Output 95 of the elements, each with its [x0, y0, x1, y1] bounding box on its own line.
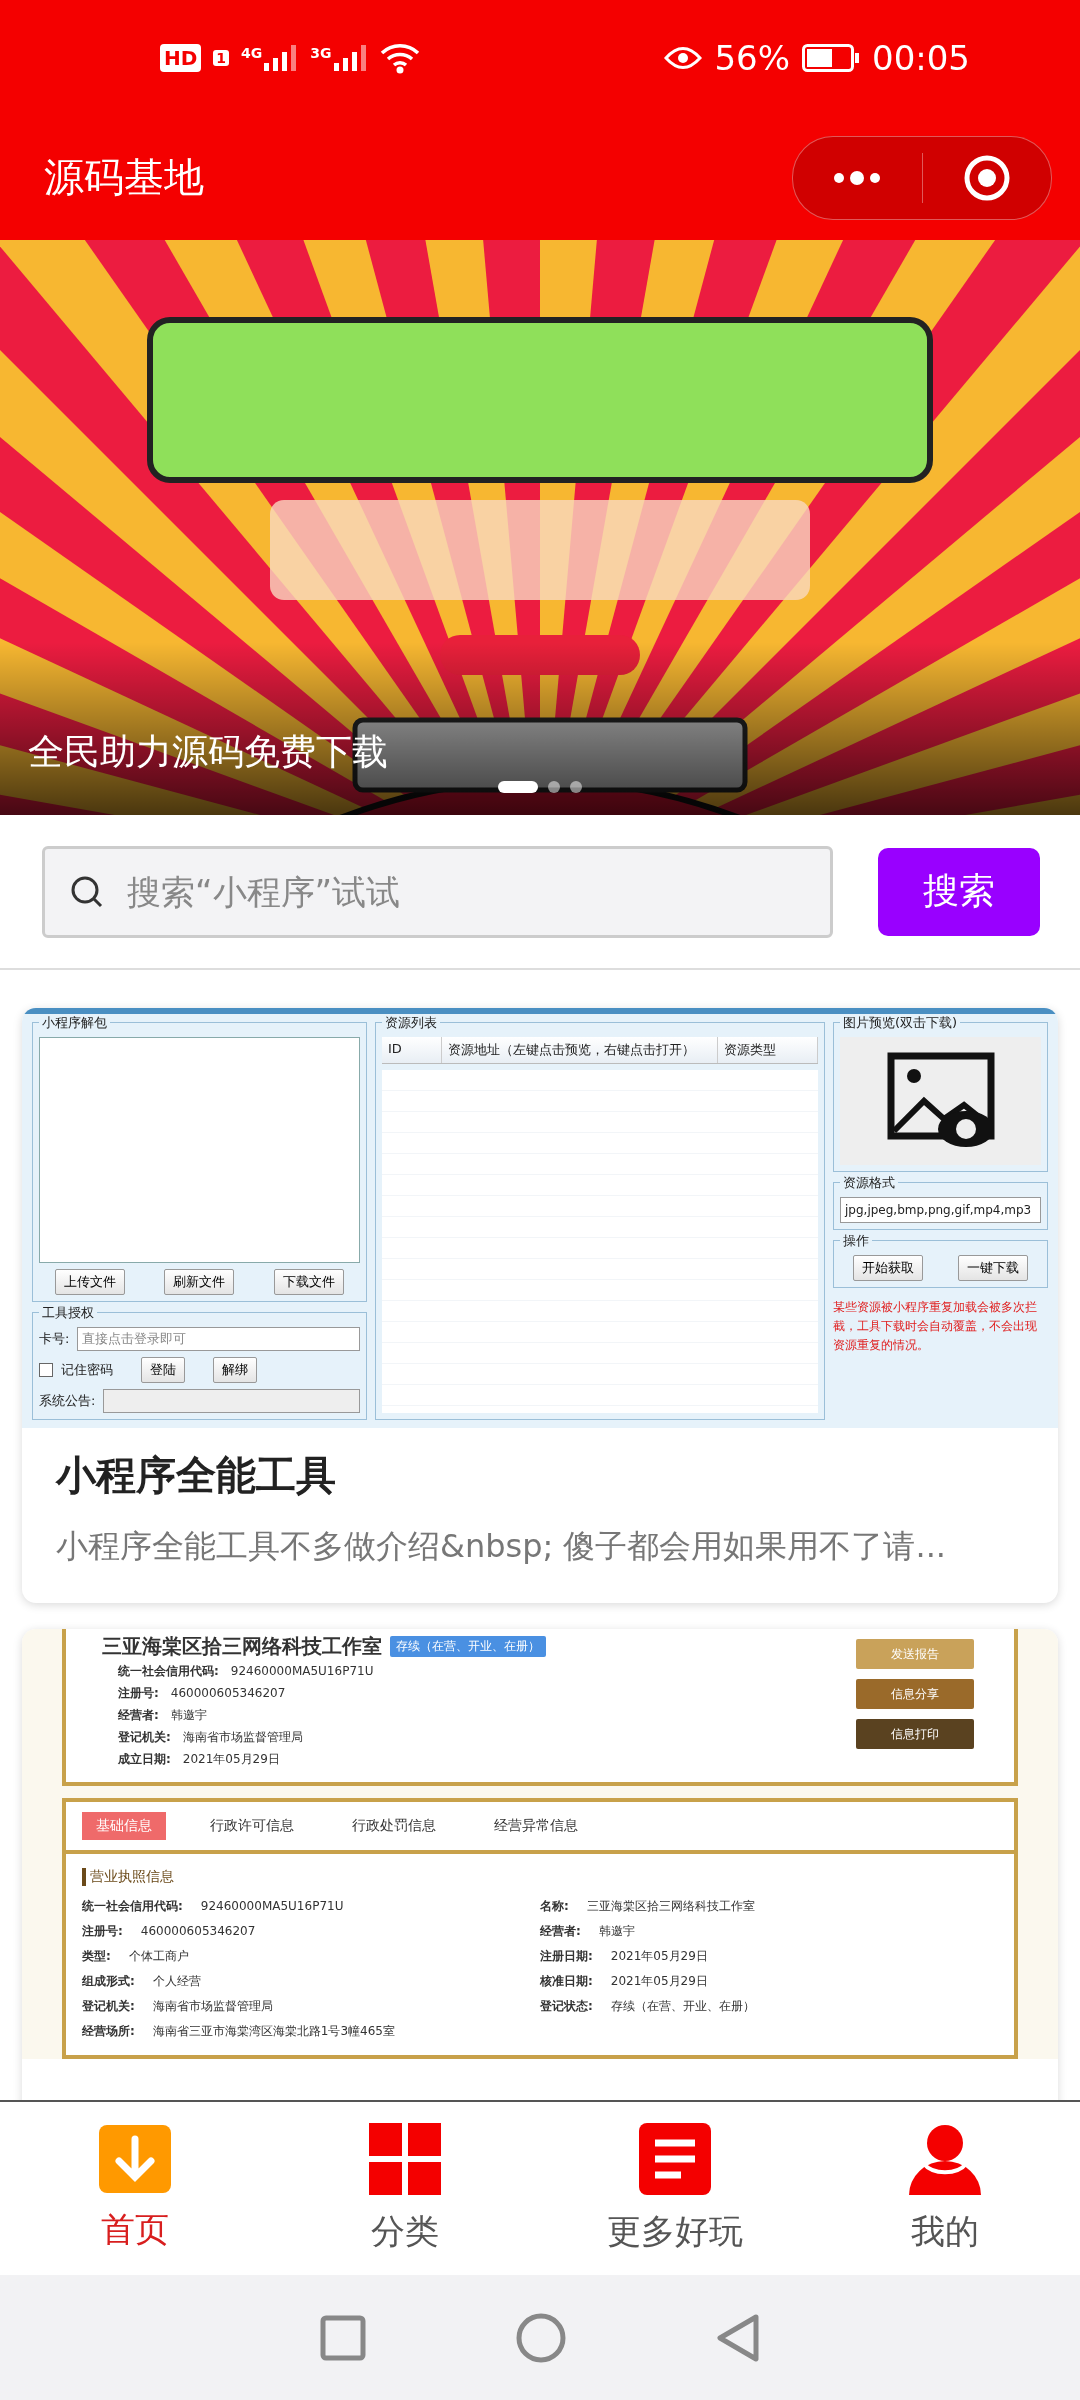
- search-button[interactable]: 搜索: [878, 847, 1040, 936]
- field-label: 登记机关:: [118, 1729, 171, 1746]
- field-value: 92460000MA5U16P71U: [200, 1898, 344, 1915]
- eye-icon: [664, 44, 703, 71]
- group-label: 资源格式: [840, 1174, 898, 1192]
- field-label: 注册号:: [118, 1685, 159, 1702]
- search-field[interactable]: 搜索“小程序”试试: [42, 845, 833, 938]
- page-indicator[interactable]: [570, 781, 582, 793]
- app-title: 源码基地: [44, 153, 204, 202]
- tab-bar-item[interactable]: 更多好玩: [540, 2102, 810, 2275]
- field-value: 三亚海棠区拾三网络科技工作室: [586, 1898, 755, 1915]
- field-value: 海南省市场监督管理局: [152, 1998, 273, 2015]
- action-button[interactable]: 信息分享: [856, 1679, 974, 1709]
- window-button[interactable]: 一键下载: [957, 1255, 1028, 1281]
- field-label: 卡号:: [39, 1330, 70, 1348]
- network-label: 4G: [241, 44, 263, 61]
- home-icon[interactable]: [516, 2312, 566, 2363]
- field-label: 经营场所:: [82, 2023, 135, 2040]
- field-label: 组成形式:: [82, 1973, 135, 1990]
- info-tab[interactable]: 经营异常信息: [480, 1812, 592, 1840]
- article-card[interactable]: [22, 1008, 1058, 1603]
- download-icon: [99, 2124, 171, 2193]
- company-name: 三亚海棠区拾三网络科技工作室: [102, 1633, 382, 1660]
- field-value: 92460000MA5U16P71U: [230, 1663, 374, 1680]
- remember-checkbox[interactable]: [39, 1363, 53, 1377]
- field-label: 注册日期:: [540, 1948, 593, 1965]
- field-label: 统一社会信用代码:: [118, 1663, 219, 1680]
- section-heading: 营业执照信息: [82, 1868, 998, 1886]
- window-button[interactable]: 登陆: [141, 1357, 185, 1383]
- column-header: 资源地址（左键点击预览，右键点击打开）: [442, 1037, 718, 1063]
- group-label: 图片预览(双击下载): [840, 1014, 961, 1032]
- back-icon[interactable]: [716, 2312, 760, 2363]
- grid-icon: [369, 2122, 441, 2195]
- clock: 00:05: [872, 37, 970, 78]
- action-button[interactable]: 信息打印: [856, 1719, 974, 1749]
- wifi-icon: [379, 41, 420, 74]
- field-value: 个人经营: [152, 1973, 201, 1990]
- group-label: 小程序解包: [39, 1014, 110, 1032]
- field-value: 2021年05月29日: [182, 1751, 280, 1768]
- group-label: 工具授权: [39, 1304, 97, 1322]
- signal-icon: [333, 44, 368, 71]
- field-label: 名称:: [540, 1898, 569, 1915]
- recent-apps-icon[interactable]: [320, 2314, 366, 2361]
- banner-caption: 全民助力源码免费下载: [28, 730, 388, 774]
- field-label: 核准日期:: [540, 1973, 593, 1990]
- status-tag: 存续（在营、开业、在册）: [390, 1636, 546, 1657]
- network-label: 3G: [310, 44, 332, 61]
- warning-text: 某些资源被小程序重复加载会被多次拦截，工具下载时会自动覆盖，不会出现资源重复的情况。: [833, 1299, 1038, 1355]
- window-button[interactable]: 上传文件: [54, 1269, 125, 1295]
- field-label: 系统公告:: [39, 1392, 96, 1410]
- group-label: 资源列表: [382, 1014, 440, 1032]
- field-label: 注册号:: [82, 1923, 123, 1940]
- battery-percent: 56%: [714, 37, 790, 78]
- page-indicator[interactable]: [498, 781, 538, 793]
- field-label: 成立日期:: [118, 1751, 171, 1768]
- field-value: 2021年05月29日: [610, 1948, 708, 1965]
- person-icon: [909, 2122, 981, 2195]
- window-button[interactable]: 解绑: [213, 1357, 257, 1383]
- tab-bar-item[interactable]: 分类: [270, 2102, 540, 2275]
- format-field[interactable]: jpg,jpeg,bmp,png,gif,mp4,mp3: [840, 1197, 1041, 1223]
- field-label: 登记状态:: [540, 1998, 593, 2015]
- column-header: 资源类型: [718, 1037, 818, 1063]
- field-label: 经营者:: [118, 1707, 159, 1724]
- hd-badge: HD: [160, 43, 202, 72]
- field-value: 个体工商户: [128, 1948, 189, 1965]
- field-value: 海南省市场监督管理局: [182, 1729, 303, 1746]
- field-value: 存续（在营、开业、在册）: [610, 1998, 755, 2015]
- field-value: 460000605346207: [170, 1685, 286, 1702]
- info-tab[interactable]: 行政许可信息: [196, 1812, 308, 1840]
- tab-bar-item[interactable]: 首页: [0, 2102, 270, 2275]
- field-value: 460000605346207: [140, 1923, 256, 1940]
- battery-icon: [802, 43, 860, 72]
- card-number-field[interactable]: 直接点击登录即可: [77, 1327, 360, 1351]
- page-indicator[interactable]: [548, 781, 560, 793]
- checkbox-label: 记住密码: [61, 1361, 113, 1379]
- signal-icon: [264, 44, 299, 71]
- field-label: 经营者:: [540, 1923, 581, 1940]
- window-button[interactable]: 刷新文件: [164, 1269, 235, 1295]
- info-tab[interactable]: 行政处罚信息: [338, 1812, 450, 1840]
- field-label: 登记机关:: [82, 1998, 135, 2015]
- sim-number: 1: [213, 49, 230, 66]
- field-label: 类型:: [82, 1948, 111, 1965]
- column-header: ID: [382, 1037, 442, 1063]
- article-title: 小程序全能工具: [54, 1451, 337, 1500]
- group-label: 操作: [840, 1232, 872, 1250]
- window-button[interactable]: 开始获取: [853, 1255, 924, 1281]
- article-description: 小程序全能工具不多做介绍&nbsp; 傻子都会用如果用不了请...: [55, 1526, 947, 1567]
- field-value: 韩邀宇: [598, 1923, 635, 1940]
- field-value: 2021年05月29日: [610, 1973, 708, 1990]
- list-icon: [639, 2122, 711, 2195]
- field-label: 统一社会信用代码:: [82, 1898, 183, 1915]
- window-button[interactable]: 下载文件: [274, 1269, 345, 1295]
- field-value: 韩邀宇: [170, 1707, 207, 1724]
- field-value: 海南省三亚市海棠湾区海棠北路1号3幢465室: [152, 2023, 395, 2040]
- tab-bar-item[interactable]: 我的: [810, 2102, 1080, 2275]
